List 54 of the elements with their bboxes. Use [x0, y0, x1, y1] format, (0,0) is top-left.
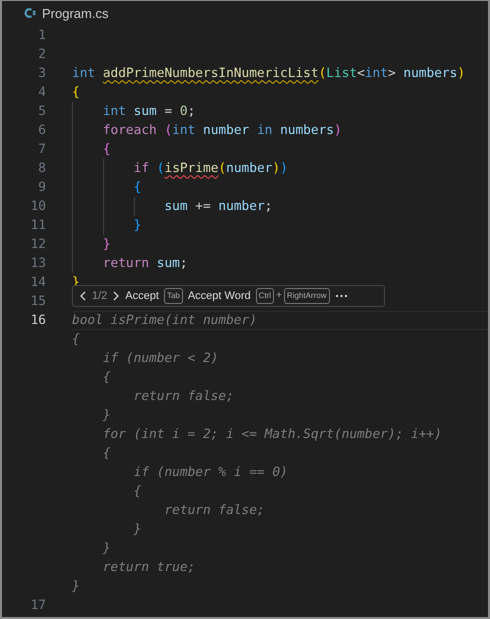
plus-sign: + [276, 290, 282, 301]
suggested-code-line: if (number % i == 0) [134, 464, 288, 482]
code-line: { [72, 84, 80, 102]
suggested-code-line: bool isPrime(int number) [72, 312, 257, 328]
suggested-code-line: } [72, 578, 80, 596]
suggested-code-line: { [102, 444, 111, 462]
suggested-code-line: return false; [164, 502, 265, 520]
line-number: 17 [30, 598, 46, 612]
next-icon[interactable] [112, 290, 120, 302]
line-number: 15 [30, 294, 46, 308]
code-line: sum += number; [164, 198, 272, 216]
suggested-code-line: return true; [102, 558, 196, 576]
code-line: { [134, 178, 142, 196]
accept-button[interactable]: Accept [125, 290, 159, 302]
line-number: 16 [30, 312, 46, 328]
code-line: return sum; [102, 254, 188, 272]
tab-title[interactable]: Program.cs [42, 6, 108, 20]
line-number: 7 [38, 142, 46, 156]
accept-word-button[interactable]: Accept Word [188, 290, 251, 302]
code-line: } [102, 236, 111, 254]
suggested-code-line: } [134, 520, 142, 538]
line-number: 6 [38, 122, 46, 138]
line-number: 13 [30, 256, 46, 270]
code-line: if (isPrime(number)) [134, 160, 288, 178]
line-number: 14 [30, 274, 46, 290]
line-number: 1 [38, 28, 46, 42]
suggested-code-line: if (number < 2) [102, 350, 218, 368]
code-line: foreach (int number in numbers) [102, 122, 342, 140]
csharp-file-icon [24, 7, 36, 19]
line-number: 10 [30, 198, 46, 214]
line-number: 4 [38, 84, 46, 100]
line-number: 11 [30, 218, 46, 232]
line-number: 5 [38, 104, 46, 118]
suggested-code-line: { [134, 482, 142, 500]
key-hint: RightArrow [284, 288, 330, 304]
line-number: 3 [38, 66, 46, 80]
suggested-code-line: } [102, 540, 111, 558]
line-number: 2 [38, 46, 46, 62]
code-line: } [134, 216, 142, 234]
code-line: { [102, 140, 111, 158]
code-line: int sum = 0; [102, 102, 196, 120]
line-number: 9 [38, 180, 46, 194]
suggested-code-line: { [102, 368, 111, 386]
suggested-code-line: return false; [134, 388, 234, 406]
line-number: 12 [30, 236, 46, 252]
previous-icon[interactable] [79, 290, 87, 302]
code-line: int addPrimeNumbersInNumericList(List<int> numbers) [72, 64, 466, 82]
suggested-code-line: { [72, 330, 80, 348]
line-number: 8 [38, 160, 46, 176]
suggestion-counter: 1/2 [92, 290, 108, 302]
key-hint: Tab [164, 288, 183, 304]
suggested-code-line: } [102, 406, 111, 424]
suggested-code-line: for (int i = 2; i <= Math.Sqrt(number); i++) [102, 426, 442, 444]
key-hint: Ctrl [256, 288, 274, 304]
